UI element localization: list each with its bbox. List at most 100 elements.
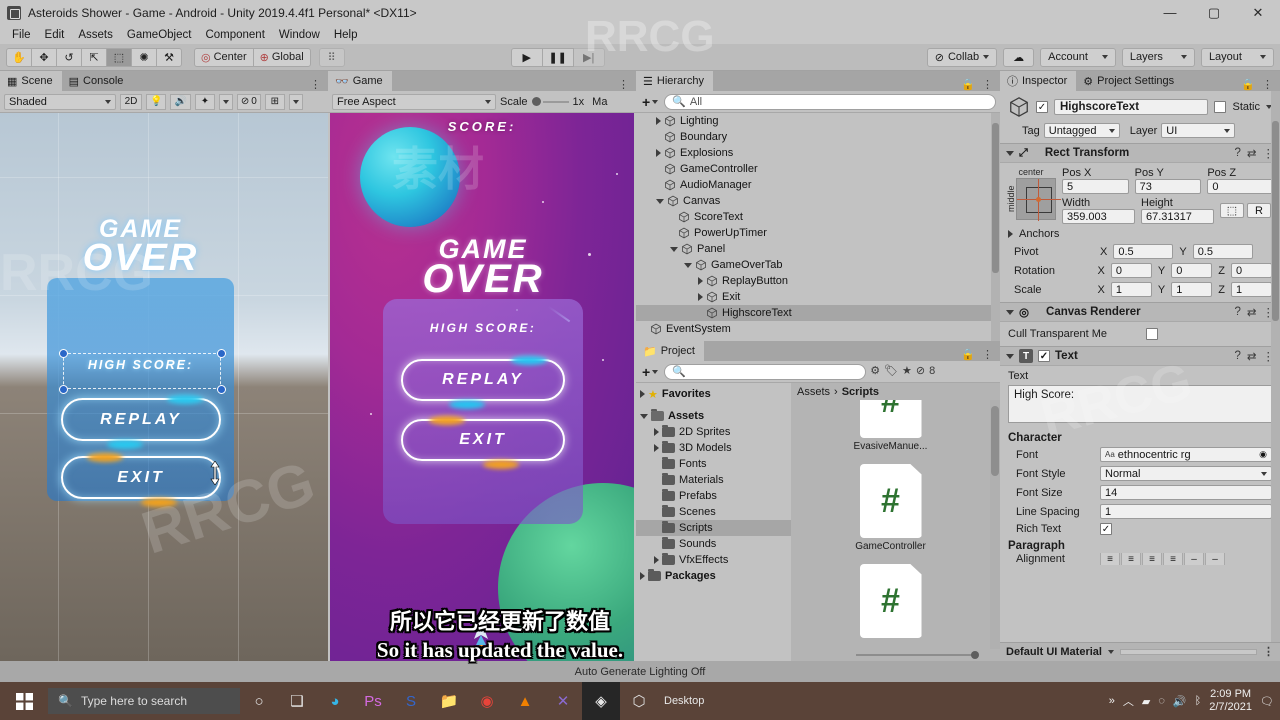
chevron-right-icon[interactable] <box>640 390 645 398</box>
menu-window[interactable]: Window <box>273 27 326 43</box>
project-add-button[interactable]: + <box>640 364 660 380</box>
clock[interactable]: 2:09 PM 2/7/2021 <box>1209 688 1252 714</box>
scene-fx-icon[interactable]: ✦ <box>194 93 215 110</box>
collab-button[interactable]: ⊘ Collab <box>926 47 998 67</box>
edge-icon[interactable]: ◕ <box>316 682 354 720</box>
align-middle-icon[interactable]: – <box>1205 553 1225 565</box>
text-enabled-checkbox[interactable]: ✓ <box>1038 350 1050 362</box>
kebab-menu-icon[interactable]: ⋮ <box>1263 646 1274 658</box>
chevron-right-icon[interactable] <box>654 556 659 564</box>
chevron-right-icon[interactable] <box>654 428 659 436</box>
hierarchy-add-button[interactable]: + <box>640 94 660 110</box>
align-center-icon[interactable]: ≡ <box>1121 553 1141 565</box>
anchors-row[interactable]: Anchors <box>1000 226 1280 242</box>
chevron-right-icon[interactable] <box>698 293 703 301</box>
project-folder-packages[interactable]: Packages <box>636 568 791 584</box>
chevron-down-icon[interactable] <box>670 246 678 252</box>
tag-dropdown[interactable]: Untagged <box>1043 123 1120 138</box>
rect-tool-icon[interactable]: ⬚ <box>106 47 132 67</box>
pivot-mode-button[interactable]: ◎ Center <box>194 47 254 67</box>
hierarchy-item-eventsystem[interactable]: EventSystem <box>636 321 1000 337</box>
tab-project[interactable]: 📁 Project <box>636 341 704 361</box>
inspector-scrollbar[interactable] <box>1271 91 1280 642</box>
tray-chevron-icon[interactable]: ︿ <box>1123 693 1134 709</box>
hierarchy-item-scoretext[interactable]: ScoreText <box>636 209 1000 225</box>
rotate-tool-icon[interactable]: ↺ <box>56 47 82 67</box>
project-folder-tree[interactable]: ★ Favorites Assets 2D Sprites 3D Models Fon… <box>636 383 791 661</box>
project-folder-fonts[interactable]: Fonts <box>636 456 791 472</box>
play-button[interactable]: ▶ <box>510 47 543 67</box>
pos-z-field[interactable]: 0 <box>1207 179 1275 194</box>
hierarchy-tree[interactable]: Lighting Boundary Explosions GameController… <box>636 113 1000 341</box>
scale-x-field[interactable]: 1 <box>1110 282 1152 297</box>
align-right-icon[interactable]: ≡ <box>1142 553 1162 565</box>
menu-file[interactable]: File <box>6 27 37 43</box>
project-favorites-row[interactable]: ★ Favorites <box>636 386 791 402</box>
line-spacing-field[interactable]: 1 <box>1100 504 1272 519</box>
width-field[interactable]: 359.003 <box>1062 209 1135 224</box>
pos-x-field[interactable]: 5 <box>1062 179 1129 194</box>
rot-z-field[interactable]: 0 <box>1230 263 1272 278</box>
chevron-right-icon[interactable] <box>656 117 661 125</box>
game-replay-button[interactable]: REPLAY <box>401 356 565 409</box>
kebab-menu-icon[interactable]: ⋮ <box>1262 80 1273 91</box>
chevron-right-icon[interactable] <box>640 572 645 580</box>
layout-button[interactable]: Layout <box>1200 47 1274 67</box>
rich-text-checkbox[interactable]: ✓ <box>1100 523 1112 535</box>
pivot-y-field[interactable]: 0.5 <box>1192 244 1253 259</box>
cloud-button[interactable]: ☁ <box>1003 47 1035 67</box>
close-button[interactable]: ✕ <box>1236 0 1280 25</box>
canvas-renderer-header[interactable]: ◎ Canvas Renderer ? ⇄ ⋮ <box>1000 302 1280 322</box>
step-button[interactable]: ▶| <box>572 47 605 67</box>
project-folder-vfxeffects[interactable]: VfxEffects <box>636 552 791 568</box>
account-button[interactable]: Account <box>1040 47 1116 67</box>
custom-tool-icon[interactable]: ⚒ <box>156 47 182 67</box>
photoshop-icon[interactable]: Ps <box>354 682 392 720</box>
scene-gizmos-dropdown[interactable] <box>288 93 303 110</box>
hierarchy-search-input[interactable]: 🔍 All <box>664 93 996 110</box>
kebab-menu-icon[interactable]: ⋮ <box>618 80 629 91</box>
scale-tool-icon[interactable]: ⇱ <box>81 47 107 67</box>
cull-transparent-checkbox[interactable] <box>1146 328 1158 340</box>
layers-button[interactable]: Layers <box>1121 47 1195 67</box>
tab-scene[interactable]: ▦ Scene <box>0 71 62 91</box>
taskbar-search-input[interactable]: 🔍 Type here to search <box>48 688 240 714</box>
menu-assets[interactable]: Assets <box>72 27 119 43</box>
shading-mode-dropdown[interactable]: Shaded <box>4 93 116 110</box>
text-component-header[interactable]: T ✓ Text ? ⇄ ⋮ <box>1000 346 1280 366</box>
preset-icon[interactable]: ⇄ <box>1247 305 1257 319</box>
static-checkbox[interactable] <box>1214 101 1227 113</box>
height-field[interactable]: 67.31317 <box>1141 209 1214 224</box>
hierarchy-item-boundary[interactable]: Boundary <box>636 129 1000 145</box>
asset-item[interactable]: # EvasiveManue... <box>791 400 990 452</box>
hierarchy-item-explosions[interactable]: Explosions <box>636 145 1000 161</box>
object-enabled-checkbox[interactable]: ✓ <box>1036 101 1048 113</box>
pos-y-field[interactable]: 73 <box>1134 179 1202 194</box>
help-icon[interactable]: ? <box>1234 350 1240 362</box>
filter-by-label-icon[interactable]: 🏷 <box>884 366 898 377</box>
unity-icon[interactable]: ◈ <box>582 682 620 720</box>
tray-overflow-icon[interactable]: » <box>1109 695 1115 707</box>
lock-icon[interactable]: 🔒 <box>961 80 975 91</box>
tab-inspector[interactable]: ⓘ Inspector <box>1000 71 1077 91</box>
preset-icon[interactable]: ⇄ <box>1247 349 1257 363</box>
battery-icon[interactable]: ▰ <box>1142 695 1150 708</box>
aspect-dropdown[interactable]: Free Aspect <box>332 93 496 110</box>
hierarchy-item-panel[interactable]: Panel <box>636 241 1000 257</box>
hierarchy-item-gamecontroller[interactable]: GameController <box>636 161 1000 177</box>
scale-y-field[interactable]: 1 <box>1171 282 1213 297</box>
project-zoom-slider[interactable] <box>791 649 1000 661</box>
anchor-preset-diagram[interactable] <box>1016 178 1061 221</box>
hierarchy-item-poweruptimer[interactable]: PowerUpTimer <box>636 225 1000 241</box>
raw-edit-button[interactable]: R <box>1247 203 1271 218</box>
game-exit-button[interactable]: EXIT <box>401 416 565 469</box>
rect-transform-header[interactable]: ⤢ Rect Transform ? ⇄ ⋮ <box>1000 143 1280 163</box>
volume-icon[interactable]: 🔊 <box>1173 695 1187 708</box>
scene-viewport[interactable]: GAME OVER HIGH SCORE: REPLAY EXIT RRCG R… <box>0 113 328 661</box>
align-top-icon[interactable]: – <box>1184 553 1204 565</box>
kebab-menu-icon[interactable]: ⋮ <box>982 80 993 91</box>
scene-handle-br[interactable] <box>217 385 226 394</box>
help-icon[interactable]: ? <box>1234 147 1240 159</box>
menu-edit[interactable]: Edit <box>39 27 71 43</box>
anchor-preset[interactable]: center middle <box>1006 167 1061 224</box>
